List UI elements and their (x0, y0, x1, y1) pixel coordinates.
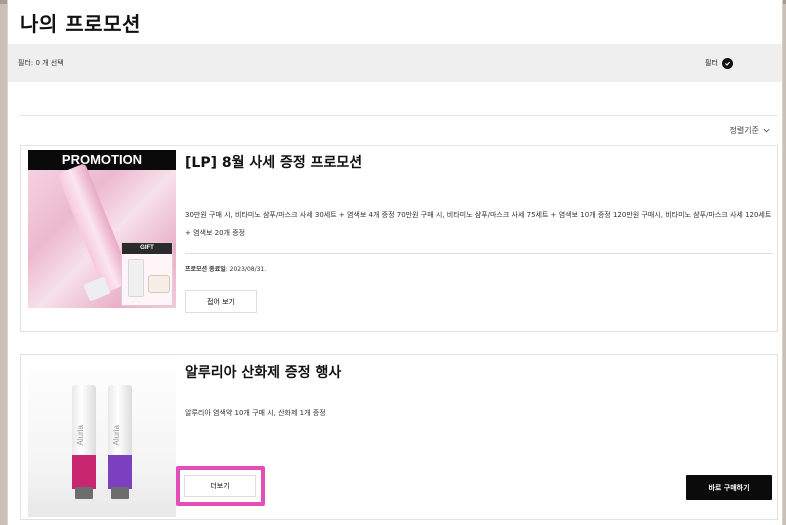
promotion-card: PROMOTION GIFT [LP] 8월 사세 증정 프로모션 30만원 구… (20, 145, 778, 332)
promotions-page: 나의 프로모션 필터: 0 개 선택 필터 정렬기준 PROMOTION GIF… (8, 0, 782, 525)
filter-count-text: 필터: 0 개 선택 (18, 59, 64, 67)
product-tube-image: Aluria (72, 385, 96, 499)
gift-box: GIFT (121, 242, 173, 306)
promotion-banner: PROMOTION (28, 150, 176, 170)
promotion-image: PROMOTION GIFT (28, 150, 176, 308)
page-title: 나의 프로모션 (20, 12, 141, 36)
section-divider (20, 115, 778, 116)
end-date-label: 프로모션 종료일 (185, 266, 226, 273)
sort-label: 정렬기준 (729, 126, 759, 135)
more-button[interactable]: 더보기 (184, 475, 256, 497)
promotion-title: 알루리아 산화제 증정 행사 (185, 365, 342, 381)
chevron-down-icon (763, 126, 770, 135)
tube-cap (75, 487, 93, 499)
promotion-title: [LP] 8월 사세 증정 프로모션 (185, 155, 363, 171)
filter-bar: 필터: 0 개 선택 필터 (8, 44, 782, 82)
filter-button[interactable]: 필터 (705, 55, 733, 71)
gift-product-bottle (128, 259, 144, 297)
promotion-end-date: 프로모션 종료일: 2023/08/31. (185, 264, 266, 273)
filter-button-label: 필터 (705, 59, 718, 67)
collapse-button[interactable]: 접어 보기 (185, 290, 257, 313)
gift-product-jar (148, 275, 170, 293)
buy-now-button[interactable]: 바로 구매하기 (686, 475, 772, 500)
promotion-image: Aluria Aluria (28, 355, 176, 517)
end-date-value: : 2023/08/31. (225, 266, 267, 273)
check-circle-icon (721, 57, 733, 69)
tube-color-band (108, 455, 132, 489)
sort-dropdown[interactable]: 정렬기준 (730, 125, 770, 136)
promotion-description: 알루리아 염색약 10개 구매 시, 산화제 1개 증정 (185, 409, 326, 417)
product-brand-mark: Aluria (76, 425, 85, 446)
promotion-card: Aluria Aluria 알루리아 산화제 증정 행사 알루리아 염색약 10… (20, 354, 778, 520)
product-brand-mark: Aluria (112, 425, 121, 446)
gift-label: GIFT (122, 243, 172, 254)
promotion-description: 30만원 구매 시, 비타미노 샴푸/마스크 사세 30세트 + 염색보 4개 … (185, 211, 772, 237)
tube-cap (111, 487, 129, 499)
product-tube-image: Aluria (108, 385, 132, 499)
card-divider (185, 253, 773, 254)
tube-color-band (72, 455, 96, 489)
